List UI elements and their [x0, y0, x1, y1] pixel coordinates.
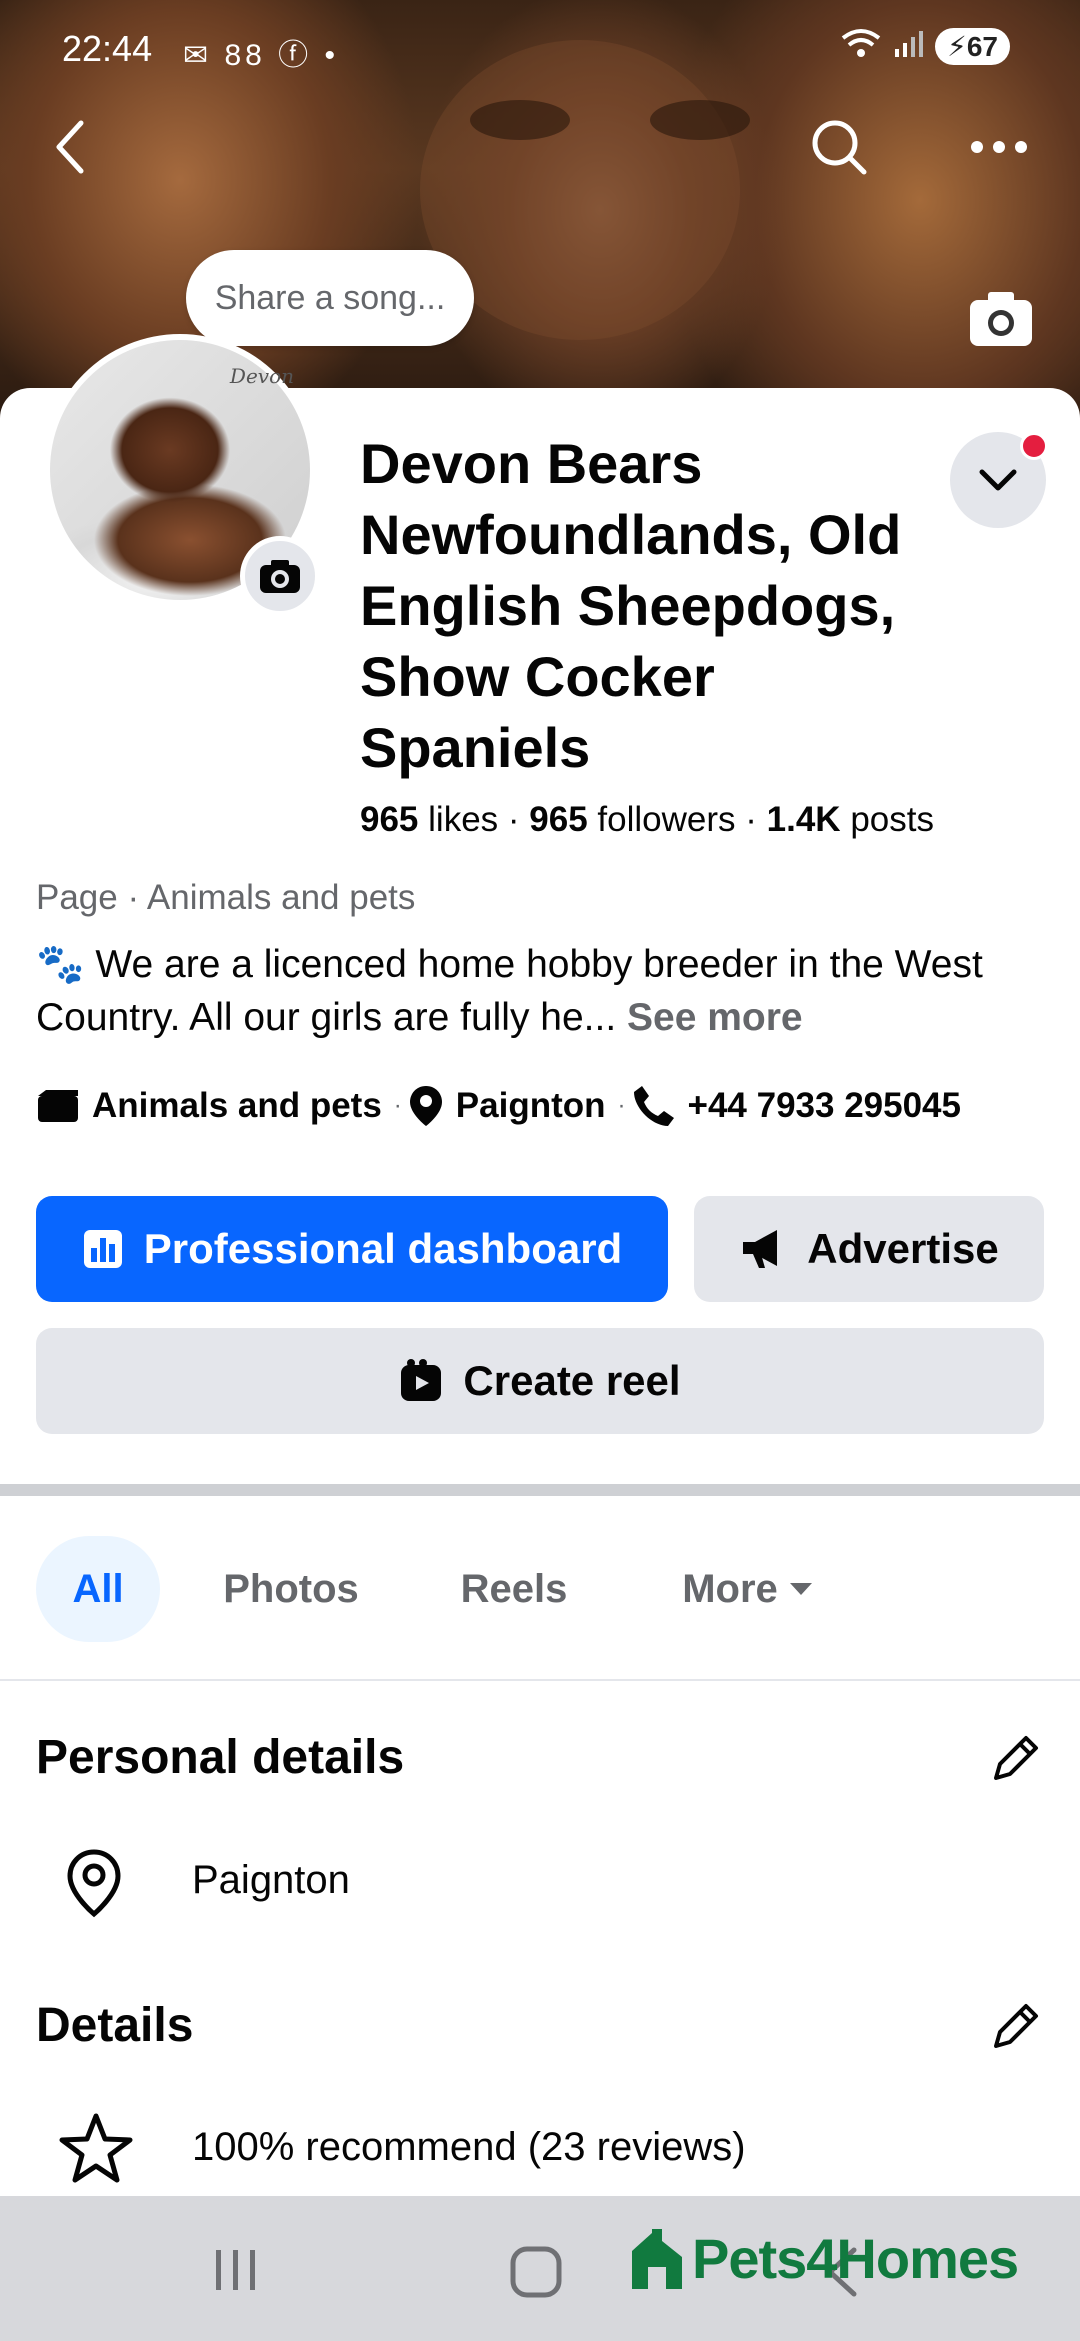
posts-label: posts [850, 800, 934, 839]
tab-photos[interactable]: Photos [196, 1536, 386, 1642]
dashboard-button-label: Professional dashboard [143, 1225, 623, 1272]
clapperboard-icon [38, 1090, 78, 1122]
home-icon [510, 2246, 562, 2298]
create-reel-button[interactable]: Create reel [36, 1328, 1044, 1434]
page-bio: 🐾 We are a licenced home hobby breeder i… [36, 938, 1046, 1044]
pencil-icon [994, 1736, 1038, 1780]
posts-count: 1.4K [766, 800, 841, 839]
notification-icons: ✉ 88 ⓕ • [183, 39, 340, 72]
notification-dot [1020, 432, 1048, 460]
info-category[interactable]: Animals and pets [92, 1086, 382, 1126]
recommend-text: 100% recommend (23 reviews) [192, 2125, 746, 2169]
personal-location: Paignton [192, 1858, 350, 1902]
watermark-text: Pets4Homes [692, 2227, 1019, 2290]
page-title: Devon Bears Newfoundlands, Old English S… [360, 432, 902, 779]
tab-more[interactable]: More [648, 1536, 848, 1642]
details-title: Details [36, 1999, 194, 2052]
more-dots-icon [971, 141, 1027, 153]
caret-down-icon [789, 1583, 812, 1595]
edit-personal-details-button[interactable] [984, 1730, 1044, 1790]
advertise-button[interactable]: Advertise [694, 1196, 1044, 1302]
dashboard-chart-icon [83, 1230, 122, 1268]
page-stats: 965 likes · 965 followers · 1.4K posts [360, 800, 934, 839]
wifi-icon [841, 28, 881, 65]
chevron-down-icon [979, 469, 1017, 491]
location-pin-icon [64, 1848, 124, 1923]
advertise-button-label: Advertise [807, 1225, 999, 1272]
back-button[interactable] [36, 112, 106, 182]
edit-avatar-button[interactable] [240, 536, 320, 616]
signal-icon [893, 29, 924, 64]
star-icon [58, 2112, 134, 2189]
likes-count: 965 [360, 800, 419, 839]
megaphone-icon [743, 1230, 778, 1268]
personal-details-title: Personal details [36, 1731, 405, 1784]
camera-icon [260, 560, 300, 593]
location-pin-icon [409, 1086, 442, 1126]
status-time: 22:44 [62, 28, 153, 69]
info-phone[interactable]: +44 7933 295045 [688, 1086, 961, 1126]
edit-cover-button[interactable] [968, 288, 1034, 348]
section-divider [0, 1484, 1080, 1496]
battery-level: 67 [966, 31, 998, 62]
watermark-logo: Pets4Homes [628, 2226, 1019, 2291]
edit-details-button[interactable] [984, 1998, 1044, 2058]
house-logo-icon [632, 2228, 682, 2289]
pencil-icon [994, 2004, 1038, 2048]
followers-count[interactable]: 965 [529, 800, 587, 839]
more-options-button[interactable] [964, 112, 1034, 182]
page-category-line: Page · Animals and pets [36, 878, 416, 917]
recent-apps-icon [216, 2250, 255, 2290]
share-song-bubble[interactable]: Share a song... [186, 250, 474, 346]
search-button[interactable] [804, 112, 874, 182]
tabs-divider [0, 1679, 1080, 1681]
followers-label[interactable]: followers [597, 800, 735, 839]
status-bar: 22:44 ✉ 88 ⓕ • ⚡67 [0, 0, 1080, 100]
reel-icon [401, 1359, 442, 1401]
back-arrow-icon [56, 120, 84, 174]
avatar-signature: Devon [229, 364, 294, 388]
camera-icon [970, 292, 1032, 346]
tab-reels[interactable]: Reels [428, 1536, 600, 1642]
status-right: ⚡67 [841, 28, 1010, 65]
see-more-link[interactable]: See more [627, 996, 803, 1039]
create-reel-label: Create reel [463, 1357, 681, 1404]
likes-label: likes [428, 800, 499, 839]
info-location[interactable]: Paignton [456, 1086, 606, 1126]
professional-dashboard-button[interactable]: Professional dashboard [36, 1196, 668, 1302]
tab-all[interactable]: All [36, 1536, 160, 1642]
search-icon [812, 120, 867, 175]
battery-indicator: ⚡67 [935, 28, 1010, 65]
bio-text: 🐾 We are a licenced home hobby breeder i… [36, 943, 983, 1039]
phone-icon [633, 1086, 674, 1126]
page-info-line: Animals and pets · Paignton · +44 7933 2… [36, 1084, 961, 1128]
tab-more-label: More [682, 1566, 778, 1611]
